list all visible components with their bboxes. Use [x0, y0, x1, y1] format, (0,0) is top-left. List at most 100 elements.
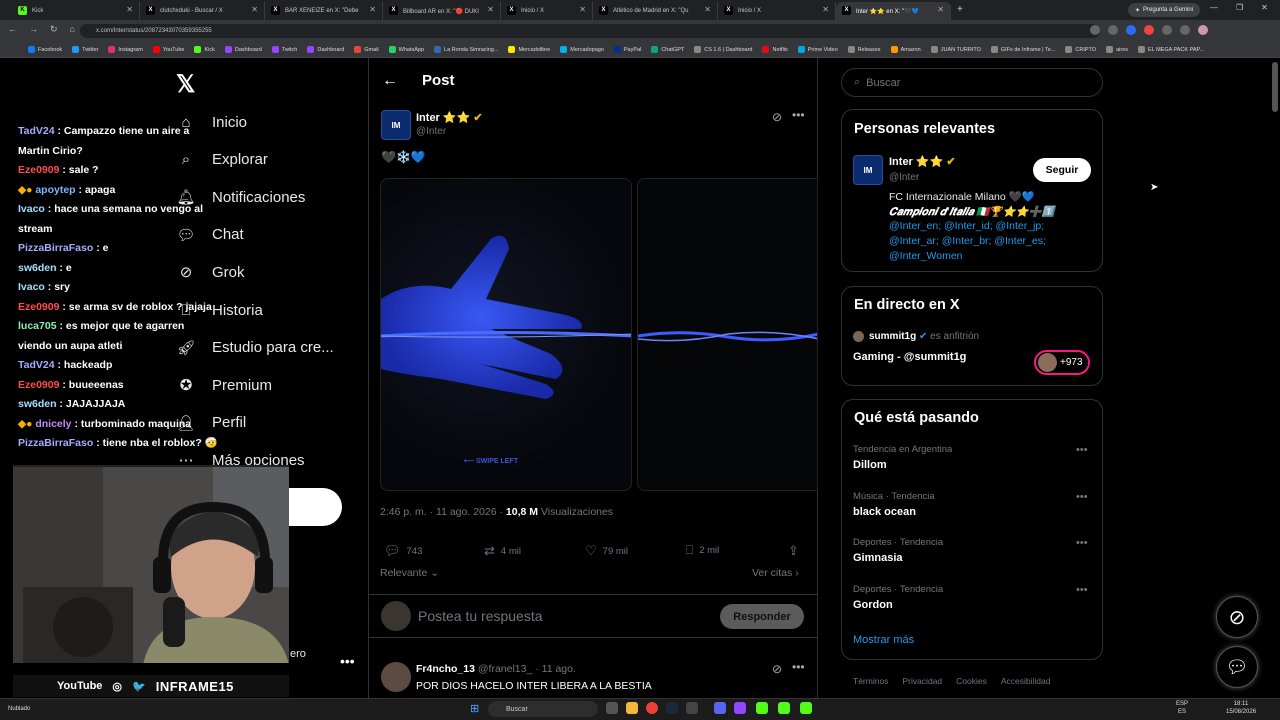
post-image-hand[interactable]: [380, 178, 632, 491]
clock[interactable]: 18:11 15/08/2026: [1226, 700, 1256, 716]
browser-tab[interactable]: X Inicio / X ✕: [501, 2, 593, 20]
forward-icon[interactable]: →: [29, 24, 38, 35]
close-tab-icon[interactable]: ✕: [487, 5, 494, 14]
author-name[interactable]: Inter ⭐⭐ ✔: [416, 111, 483, 124]
extension-icon[interactable]: [1090, 25, 1100, 35]
close-tab-icon[interactable]: ✕: [937, 5, 944, 14]
trend-category[interactable]: Tendencia en Argentina: [853, 444, 952, 455]
reload-icon[interactable]: ↻: [50, 24, 58, 35]
bookmark-item[interactable]: CS 1.6 | Dashboard: [694, 46, 752, 53]
browser-tab[interactable]: X Billboard AR en X: "🔴 DUKI ✕: [383, 2, 501, 20]
footer-link[interactable]: Términos: [853, 676, 888, 686]
trend-category[interactable]: Deportes · Tendencia: [853, 537, 943, 548]
trend-category[interactable]: Deportes · Tendencia: [853, 584, 943, 595]
bookmark-item[interactable]: Mercadolibre: [508, 46, 550, 53]
extension-icon[interactable]: [1108, 25, 1118, 35]
back-icon[interactable]: ←: [8, 24, 17, 35]
bookmark-item[interactable]: PayPal: [613, 46, 641, 53]
minimize-icon[interactable]: —: [1210, 3, 1218, 12]
taskview-icon[interactable]: [606, 702, 618, 714]
close-window-icon[interactable]: ✕: [1261, 3, 1268, 12]
close-tab-icon[interactable]: ✕: [369, 5, 376, 14]
bookmark-item[interactable]: Kick: [194, 46, 215, 53]
kick-icon[interactable]: [756, 702, 768, 714]
grok-icon[interactable]: ⊘: [772, 662, 782, 676]
kick-icon[interactable]: [800, 702, 812, 714]
taskbar-search[interactable]: Buscar: [488, 701, 598, 717]
scrollbar[interactable]: [1272, 62, 1278, 112]
browser-tab[interactable]: X Inter ⭐⭐ en X: "🖤💙 ✕: [836, 2, 951, 20]
kick-icon[interactable]: [778, 702, 790, 714]
grok-fab[interactable]: ⊘: [1216, 596, 1258, 638]
bookmark-item[interactable]: aires: [1106, 46, 1128, 53]
bookmark-item[interactable]: JUAN TURRITO: [930, 46, 981, 53]
post-image-thread[interactable]: [637, 178, 818, 491]
trend-more-icon[interactable]: •••: [1076, 491, 1088, 503]
post-time[interactable]: 2:46 p. m. · 11 ago. 2026 ·: [380, 506, 506, 518]
windows-start-icon[interactable]: ⊞: [470, 702, 479, 715]
profile-icon[interactable]: [1198, 25, 1208, 35]
close-tab-icon[interactable]: ✕: [579, 5, 586, 14]
trend-name[interactable]: Gordon: [853, 599, 893, 611]
close-tab-icon[interactable]: ✕: [822, 5, 829, 14]
reply-input[interactable]: Postea tu respuesta: [418, 608, 543, 624]
trend-more-icon[interactable]: •••: [1076, 444, 1088, 456]
footer-link[interactable]: Accesibilidad: [1001, 676, 1051, 686]
trend-name[interactable]: black ocean: [853, 506, 916, 518]
obs-icon[interactable]: [734, 702, 746, 714]
back-arrow-icon[interactable]: ←: [382, 72, 398, 90]
extension-icon[interactable]: [1144, 25, 1154, 35]
extension-icon[interactable]: [1180, 25, 1190, 35]
account-more-icon[interactable]: •••: [340, 653, 355, 669]
browser-tab[interactable]: Xclutchxduki - Buscar / X ✕: [140, 2, 265, 20]
show-more-link[interactable]: Mostrar más: [853, 634, 914, 646]
reply-button[interactable]: Responder: [720, 604, 804, 629]
browser-tab[interactable]: K Kick ✕: [12, 2, 140, 20]
close-tab-icon[interactable]: ✕: [126, 5, 133, 14]
sort-dropdown[interactable]: Relevante ⌄: [380, 567, 439, 579]
extension-icon[interactable]: [1126, 25, 1136, 35]
share-action[interactable]: ⇪: [788, 543, 799, 559]
author-handle[interactable]: @Inter: [416, 126, 446, 137]
footer-link[interactable]: Cookies: [956, 676, 987, 686]
relevant-handle[interactable]: @Inter: [889, 172, 919, 183]
bookmark-item[interactable]: Twitter: [72, 46, 98, 53]
x-logo-icon[interactable]: 𝕏: [176, 70, 195, 99]
bookmark-item[interactable]: Facebook: [28, 46, 62, 53]
comment-author[interactable]: Fr4ncho_13 @franel13_ · 11 ago.: [416, 663, 576, 675]
account-name[interactable]: ero: [290, 648, 306, 660]
footer-link[interactable]: Privacidad: [902, 676, 942, 686]
bio-links[interactable]: @Inter_ar; @Inter_br; @Inter_es;: [889, 235, 1046, 247]
extension-icon[interactable]: [1162, 25, 1172, 35]
quotes-link[interactable]: Ver citas ›: [752, 567, 799, 579]
bookmark-item[interactable]: Dashboard: [307, 46, 344, 53]
follow-button[interactable]: Seguir: [1033, 158, 1091, 182]
bookmark-item[interactable]: Mercadopago: [560, 46, 604, 53]
app-icon[interactable]: [686, 702, 698, 714]
search-input[interactable]: ⌕ Buscar: [841, 68, 1103, 97]
bookmark-item[interactable]: Prime Video: [797, 46, 838, 53]
repost-action[interactable]: ⇄ 4 mil: [484, 543, 521, 559]
bookmark-action[interactable]: ⎕ 2 mil: [686, 543, 719, 558]
bookmark-item[interactable]: GIFs de Inframe | Te...: [990, 46, 1055, 53]
new-tab-icon[interactable]: +: [957, 4, 963, 15]
author-avatar[interactable]: IM: [381, 110, 411, 140]
steam-icon[interactable]: [666, 702, 678, 714]
inter-avatar[interactable]: IM: [853, 155, 883, 185]
reply-action[interactable]: 💬︎ 743: [384, 543, 422, 559]
close-tab-icon[interactable]: ✕: [704, 5, 711, 14]
chrome-icon[interactable]: [646, 702, 658, 714]
trend-name[interactable]: Dillom: [853, 459, 887, 471]
user-avatar[interactable]: [381, 601, 411, 631]
trend-category[interactable]: Música · Tendencia: [853, 491, 935, 502]
bookmark-item[interactable]: Gmail: [354, 46, 379, 53]
messages-fab[interactable]: 💬︎: [1216, 646, 1258, 688]
like-action[interactable]: ♡ 79 mil: [585, 543, 628, 559]
bookmark-item[interactable]: Amazon: [890, 46, 921, 53]
relevant-name[interactable]: Inter ⭐⭐ ✔: [889, 155, 956, 168]
browser-tab[interactable]: X Atlético de Madrid en X: "Qu ✕: [593, 2, 718, 20]
bio-links[interactable]: @Inter_Women: [889, 250, 963, 262]
bookmark-item[interactable]: CRIPTO: [1065, 46, 1096, 53]
comment-avatar[interactable]: [381, 662, 411, 692]
discord-icon[interactable]: [714, 702, 726, 714]
